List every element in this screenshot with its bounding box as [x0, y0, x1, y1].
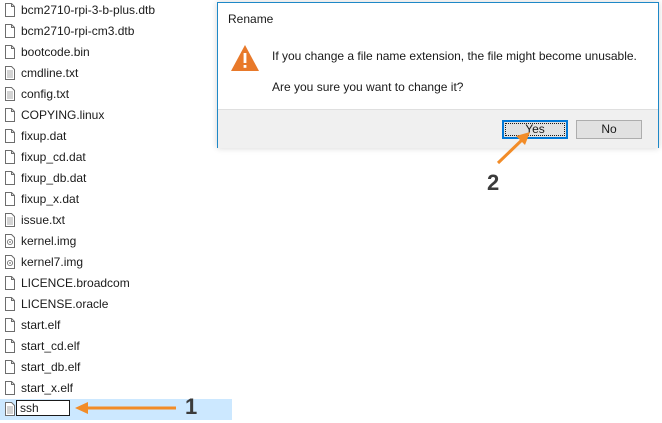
file-row[interactable]: bcm2710-rpi-3-b-plus.dtb	[0, 0, 232, 21]
file-row[interactable]: LICENSE.oracle	[0, 294, 232, 315]
file-icon	[5, 381, 15, 395]
file-row[interactable]: fixup_cd.dat	[0, 147, 232, 168]
file-icon	[5, 297, 15, 311]
file-icon	[5, 192, 15, 206]
file-row[interactable]: fixup_db.dat	[0, 168, 232, 189]
text-file-icon	[5, 87, 15, 101]
file-name: fixup.dat	[21, 129, 67, 143]
file-name: bcm2710-rpi-3-b-plus.dtb	[21, 3, 156, 17]
file-name: bcm2710-rpi-cm3.dtb	[21, 24, 135, 38]
file-icon	[5, 339, 15, 353]
dialog-title: Rename	[228, 12, 274, 26]
file-icon	[5, 3, 15, 17]
file-name: kernel7.img	[21, 255, 84, 269]
no-button[interactable]: No	[576, 120, 642, 139]
file-name: issue.txt	[21, 213, 66, 227]
file-row[interactable]: fixup_x.dat	[0, 189, 232, 210]
rename-dialog: Rename If you change a file name extensi…	[217, 2, 659, 148]
file-row[interactable]: fixup.dat	[0, 126, 232, 147]
file-row[interactable]: bootcode.bin	[0, 42, 232, 63]
file-name: bootcode.bin	[21, 45, 90, 59]
text-file-icon	[5, 213, 15, 227]
file-icon	[5, 24, 15, 38]
annotation-arrow-2	[496, 132, 530, 165]
file-icon	[5, 108, 15, 122]
text-file-icon	[5, 66, 15, 80]
annotation-number-1: 1	[185, 394, 198, 419]
file-icon	[5, 318, 15, 332]
file-icon	[5, 150, 15, 164]
file-name: cmdline.txt	[21, 66, 79, 80]
file-name: start_db.elf	[21, 360, 81, 374]
image-file-icon	[5, 234, 15, 248]
file-name: start_x.elf	[21, 381, 74, 395]
file-icon	[5, 129, 15, 143]
file-name: start.elf	[21, 318, 61, 332]
file-row[interactable]: LICENCE.broadcom	[0, 273, 232, 294]
file-name: fixup_db.dat	[21, 171, 87, 185]
file-name: config.txt	[21, 87, 70, 101]
annotation-arrow-1	[75, 402, 176, 414]
file-name: COPYING.linux	[21, 108, 105, 122]
file-name: fixup_x.dat	[21, 192, 80, 206]
file-row[interactable]: config.txt	[0, 84, 232, 105]
file-name: LICENCE.broadcom	[21, 276, 130, 290]
file-row[interactable]: start_db.elf	[0, 357, 232, 378]
warning-icon	[231, 45, 259, 71]
file-icon	[5, 276, 15, 290]
file-icon	[5, 360, 15, 374]
file-row[interactable]: start.elf	[0, 315, 232, 336]
file-row[interactable]: bcm2710-rpi-cm3.dtb	[0, 21, 232, 42]
file-name: start_cd.elf	[21, 339, 80, 353]
rename-input[interactable]	[16, 400, 70, 416]
file-name: LICENSE.oracle	[21, 297, 109, 311]
no-button-label: No	[601, 122, 617, 136]
file-row[interactable]: cmdline.txt	[0, 63, 232, 84]
dialog-message-line1: If you change a file name extension, the…	[272, 49, 637, 63]
dialog-button-bar: Yes No	[218, 109, 658, 148]
dialog-message-line2: Are you sure you want to change it?	[272, 80, 464, 94]
file-icon	[5, 45, 15, 59]
file-name: kernel.img	[21, 234, 77, 248]
file-list: bcm2710-rpi-3-b-plus.dtb bcm2710-rpi-cm3.…	[0, 0, 240, 423]
text-file-icon	[5, 402, 15, 416]
file-row[interactable]: issue.txt	[0, 210, 232, 231]
file-icon	[5, 171, 15, 185]
file-row[interactable]: kernel7.img	[0, 252, 232, 273]
file-row[interactable]: COPYING.linux	[0, 105, 232, 126]
annotation-number-2: 2	[487, 170, 500, 195]
image-file-icon	[5, 255, 15, 269]
file-row[interactable]: kernel.img	[0, 231, 232, 252]
file-row[interactable]: start_cd.elf	[0, 336, 232, 357]
file-name: fixup_cd.dat	[21, 150, 86, 164]
